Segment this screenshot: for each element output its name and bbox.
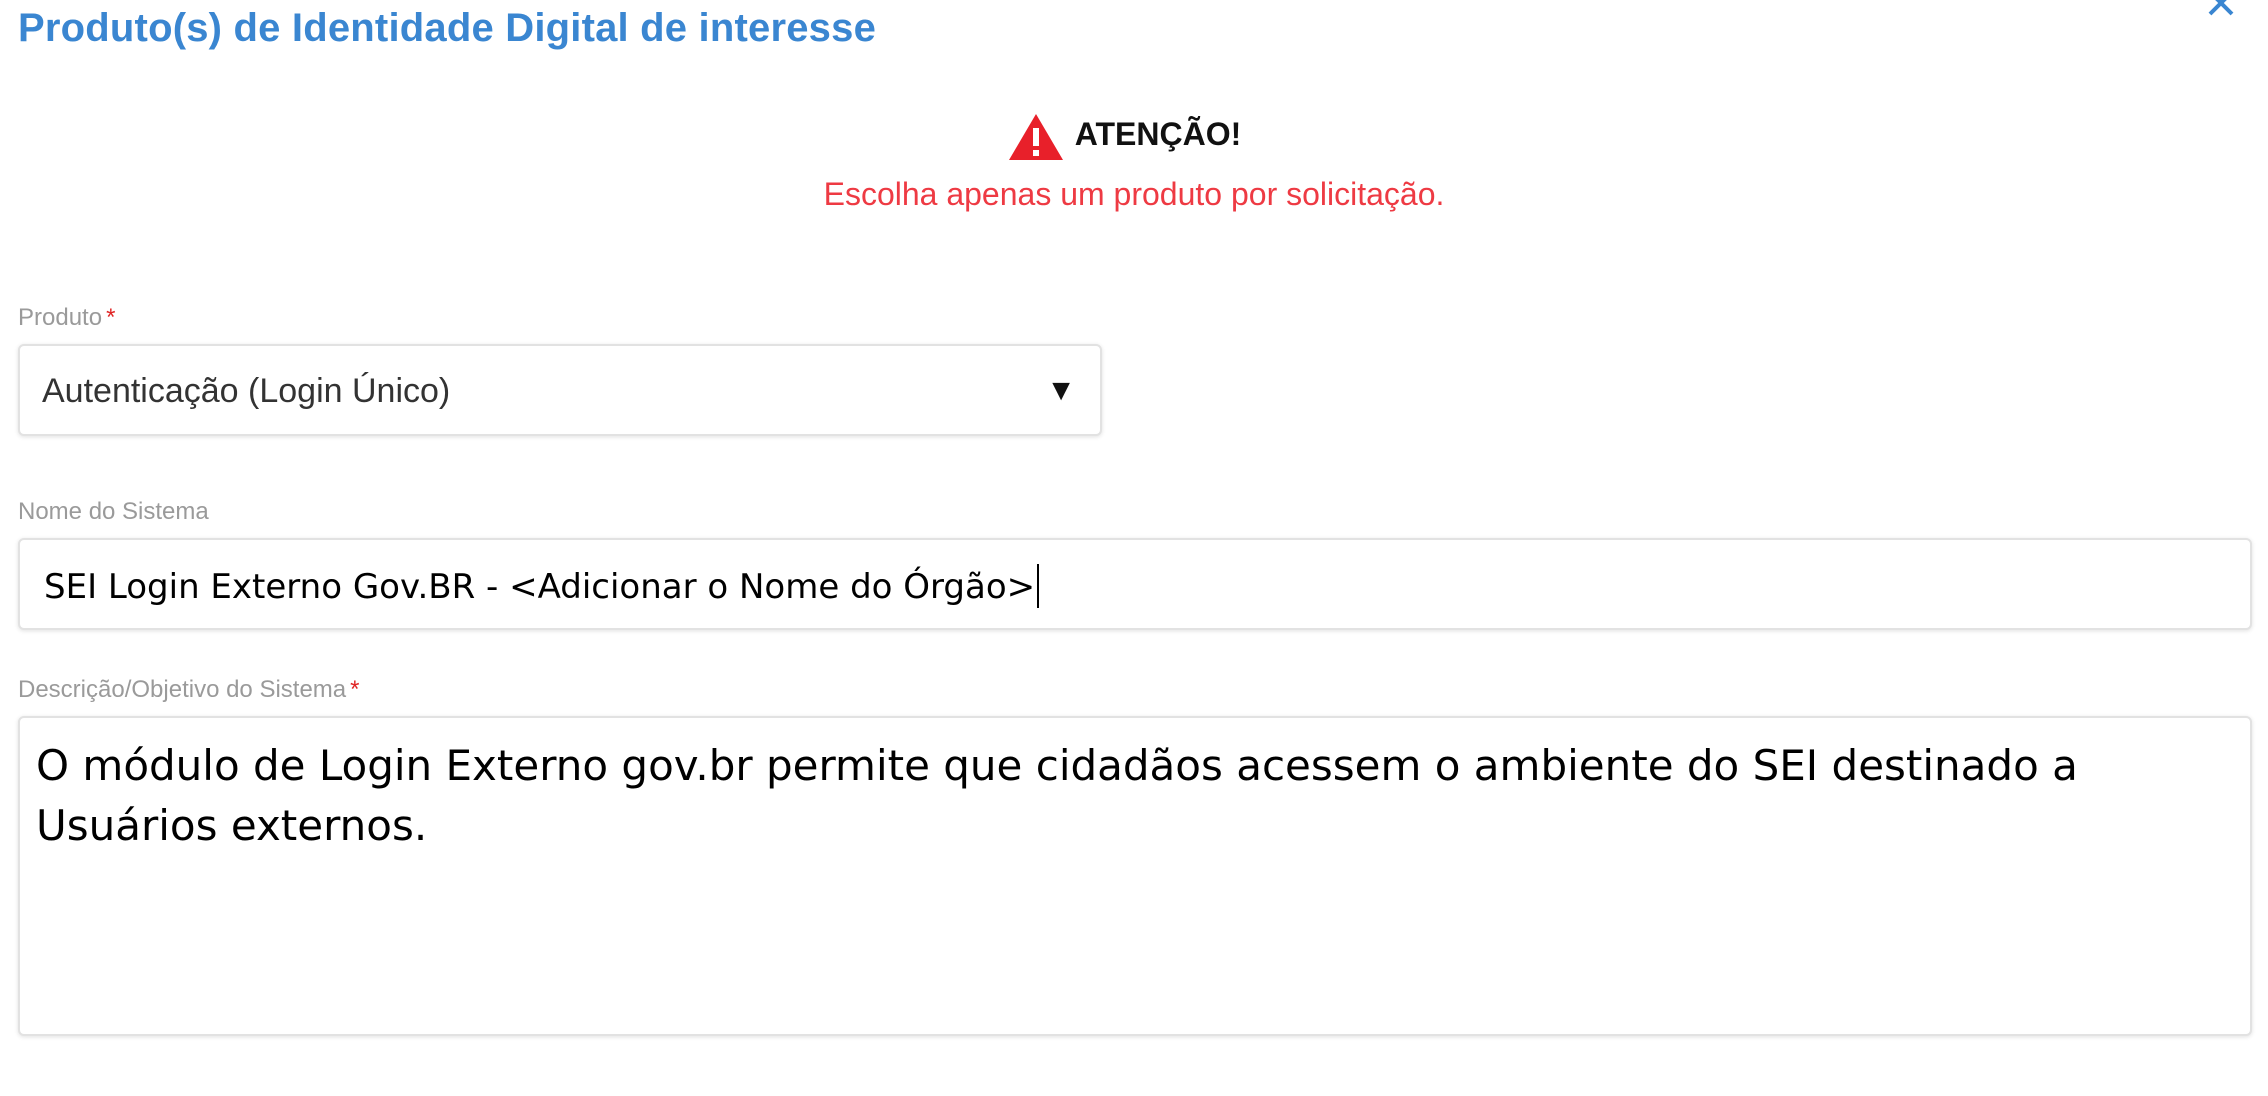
attention-alert: ATENÇÃO! Escolha apenas um produto por s… [0, 112, 2268, 213]
dialog-title: Produto(s) de Identidade Digital de inte… [18, 6, 877, 50]
alert-message: Escolha apenas um produto por solicitaçã… [823, 176, 1445, 212]
nome-sistema-value: SEI Login Externo Gov.BR - <Adicionar o … [44, 564, 1040, 608]
required-mark: * [106, 304, 116, 331]
dropdown-arrow-icon[interactable]: ▼ [1046, 376, 1076, 406]
nome-sistema-label: Nome do Sistema [18, 498, 209, 525]
close-icon[interactable] [2204, 0, 2238, 20]
warning-triangle-icon [1007, 112, 1065, 162]
descricao-textarea[interactable]: O módulo de Login Externo gov.br permite… [18, 716, 2252, 1036]
alert-title: ATENÇÃO! [1074, 115, 1242, 152]
produto-selected-value: Autenticação (Login Único) [42, 372, 451, 410]
descricao-label: Descrição/Objetivo do Sistema * [18, 676, 360, 703]
nome-sistema-input[interactable]: SEI Login Externo Gov.BR - <Adicionar o … [18, 538, 2252, 630]
produto-select[interactable]: Autenticação (Login Único) ▼ [18, 344, 1102, 436]
text-cursor [1037, 564, 1040, 608]
produto-label: Produto * [18, 304, 116, 331]
descricao-value: O módulo de Login Externo gov.br permite… [36, 741, 2092, 850]
required-mark: * [350, 676, 360, 703]
